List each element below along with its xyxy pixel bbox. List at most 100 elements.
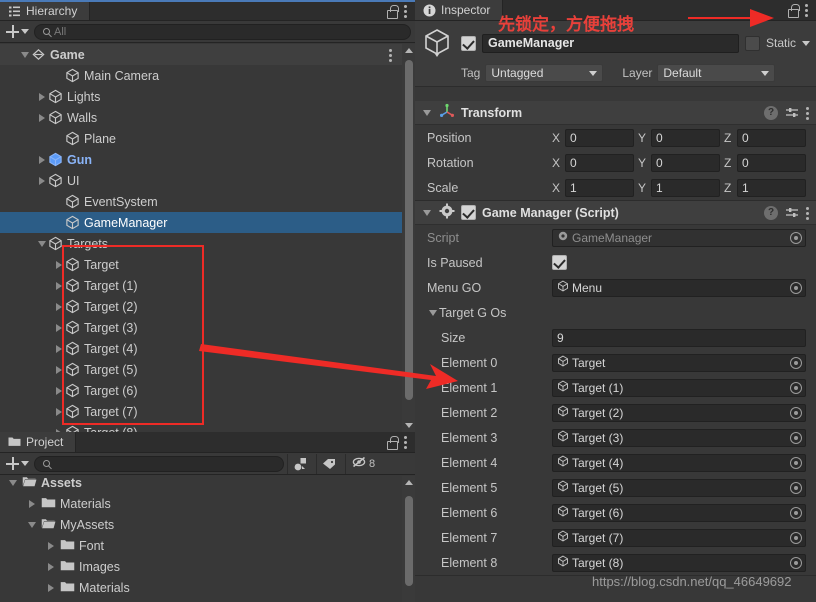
kebab-menu-icon[interactable]	[389, 48, 393, 62]
hierarchy-item-target-8[interactable]: Target (8)	[0, 422, 415, 432]
chevron-down-icon[interactable]	[421, 209, 433, 216]
project-item-images[interactable]: Images	[0, 556, 415, 577]
project-scroll-thumb[interactable]	[404, 496, 413, 586]
object-picker-icon[interactable]	[790, 456, 802, 469]
lock-open-icon[interactable]	[386, 4, 399, 19]
object-reference-field[interactable]: Target (1)	[552, 378, 806, 397]
chevron-right-icon[interactable]	[35, 155, 48, 164]
chevron-right-icon[interactable]	[52, 407, 65, 416]
chevron-right-icon[interactable]	[52, 344, 65, 353]
project-item-myassets[interactable]: MyAssets	[0, 514, 415, 535]
hierarchy-item-target[interactable]: Target	[0, 254, 415, 275]
kebab-menu-icon[interactable]	[805, 3, 809, 17]
gameobject-name-field[interactable]: GameManager	[482, 33, 739, 53]
project-item-materials[interactable]: Materials	[0, 493, 415, 514]
object-picker-icon[interactable]	[790, 381, 802, 394]
project-item-materials[interactable]: Materials	[0, 577, 415, 598]
lock-open-icon[interactable]	[787, 3, 800, 18]
layer-dropdown[interactable]: Default	[657, 64, 776, 82]
hierarchy-item-target-4[interactable]: Target (4)	[0, 338, 415, 359]
chevron-down-icon[interactable]	[427, 309, 439, 316]
object-reference-field[interactable]: Target (4)	[552, 453, 806, 472]
object-picker-icon[interactable]	[790, 506, 802, 519]
help-icon[interactable]: ?	[764, 205, 778, 220]
chevron-down-icon[interactable]	[6, 479, 19, 486]
object-picker-icon[interactable]	[790, 531, 802, 544]
scroll-up-arrow-icon[interactable]	[402, 476, 415, 489]
tag-dropdown[interactable]: Untagged	[485, 64, 604, 82]
hierarchy-item-target-5[interactable]: Target (5)	[0, 359, 415, 380]
chevron-right-icon[interactable]	[44, 562, 57, 571]
object-reference-field[interactable]: Target (6)	[552, 503, 806, 522]
chevron-right-icon[interactable]	[52, 323, 65, 332]
static-chevron-down-icon[interactable]	[802, 40, 810, 46]
chevron-right-icon[interactable]	[44, 541, 57, 550]
chevron-right-icon[interactable]	[35, 176, 48, 185]
static-checkbox[interactable]	[744, 35, 760, 51]
tab-inspector[interactable]: Inspector	[415, 0, 504, 20]
scroll-up-arrow-icon[interactable]	[402, 44, 415, 57]
field-z[interactable]: 1	[737, 178, 806, 197]
project-search-input[interactable]	[34, 455, 284, 472]
tab-project[interactable]: Project	[0, 432, 77, 452]
field-y[interactable]: 0	[651, 128, 720, 147]
filter-by-label-icon[interactable]	[316, 453, 342, 474]
hierarchy-item-walls[interactable]: Walls	[0, 107, 415, 128]
gameobject-enabled-checkbox[interactable]	[461, 35, 476, 51]
object-reference-field[interactable]: GameManager	[552, 228, 806, 247]
hierarchy-tree[interactable]: Game Main Camera Lights Walls Plane Gun UI Even…	[0, 44, 415, 432]
project-item-font[interactable]: Font	[0, 535, 415, 556]
chevron-right-icon[interactable]	[44, 583, 57, 592]
preset-icon[interactable]	[785, 106, 799, 120]
lock-open-icon[interactable]	[386, 435, 399, 450]
component-header[interactable]: Transform?	[415, 101, 816, 125]
object-picker-icon[interactable]	[790, 231, 802, 244]
object-reference-field[interactable]: Target (8)	[552, 553, 806, 572]
hierarchy-scrollbar[interactable]	[402, 44, 415, 432]
chevron-right-icon[interactable]	[25, 499, 38, 508]
object-picker-icon[interactable]	[790, 356, 802, 369]
chevron-down-icon[interactable]	[25, 521, 38, 528]
create-gameobject-button[interactable]	[4, 25, 31, 38]
object-reference-field[interactable]: Target (2)	[552, 403, 806, 422]
object-picker-icon[interactable]	[790, 556, 802, 569]
field-y[interactable]: 1	[651, 178, 720, 197]
component-header[interactable]: Game Manager (Script)?	[415, 201, 816, 225]
field-z[interactable]: 0	[737, 153, 806, 172]
kebab-menu-icon[interactable]	[404, 4, 408, 18]
field-y[interactable]: 0	[651, 153, 720, 172]
hierarchy-item-game[interactable]: Game	[0, 44, 415, 65]
hierarchy-item-target-6[interactable]: Target (6)	[0, 380, 415, 401]
hierarchy-item-lights[interactable]: Lights	[0, 86, 415, 107]
hierarchy-search-input[interactable]: All	[34, 23, 411, 40]
chevron-down-icon[interactable]	[35, 240, 48, 247]
field-x[interactable]: 0	[565, 153, 634, 172]
object-picker-icon[interactable]	[790, 481, 802, 494]
hidden-assets-toggle[interactable]: 8	[345, 453, 381, 474]
field-z[interactable]: 0	[737, 128, 806, 147]
kebab-menu-icon[interactable]	[404, 435, 408, 449]
scroll-down-arrow-icon[interactable]	[402, 419, 415, 432]
hierarchy-item-gamemanager[interactable]: GameManager	[0, 212, 415, 233]
hierarchy-item-target-7[interactable]: Target (7)	[0, 401, 415, 422]
chevron-right-icon[interactable]	[35, 92, 48, 101]
hierarchy-item-gun[interactable]: Gun	[0, 149, 415, 170]
chevron-right-icon[interactable]	[52, 302, 65, 311]
field-x[interactable]: 0	[565, 128, 634, 147]
hierarchy-item-target-3[interactable]: Target (3)	[0, 317, 415, 338]
chevron-down-icon[interactable]	[421, 109, 433, 116]
property-value-field[interactable]: 9	[552, 328, 806, 347]
chevron-down-icon[interactable]	[18, 51, 31, 58]
hierarchy-item-targets[interactable]: Targets	[0, 233, 415, 254]
project-item-assets[interactable]: Assets	[0, 476, 415, 493]
create-asset-button[interactable]	[4, 457, 31, 470]
filter-by-type-icon[interactable]	[287, 453, 313, 474]
chevron-right-icon[interactable]	[52, 281, 65, 290]
hierarchy-scroll-thumb[interactable]	[404, 60, 413, 400]
object-reference-field[interactable]: Target (7)	[552, 528, 806, 547]
kebab-menu-icon[interactable]	[806, 106, 810, 120]
hierarchy-item-plane[interactable]: Plane	[0, 128, 415, 149]
object-reference-field[interactable]: Target (5)	[552, 478, 806, 497]
chevron-right-icon[interactable]	[35, 113, 48, 122]
kebab-menu-icon[interactable]	[806, 206, 810, 220]
